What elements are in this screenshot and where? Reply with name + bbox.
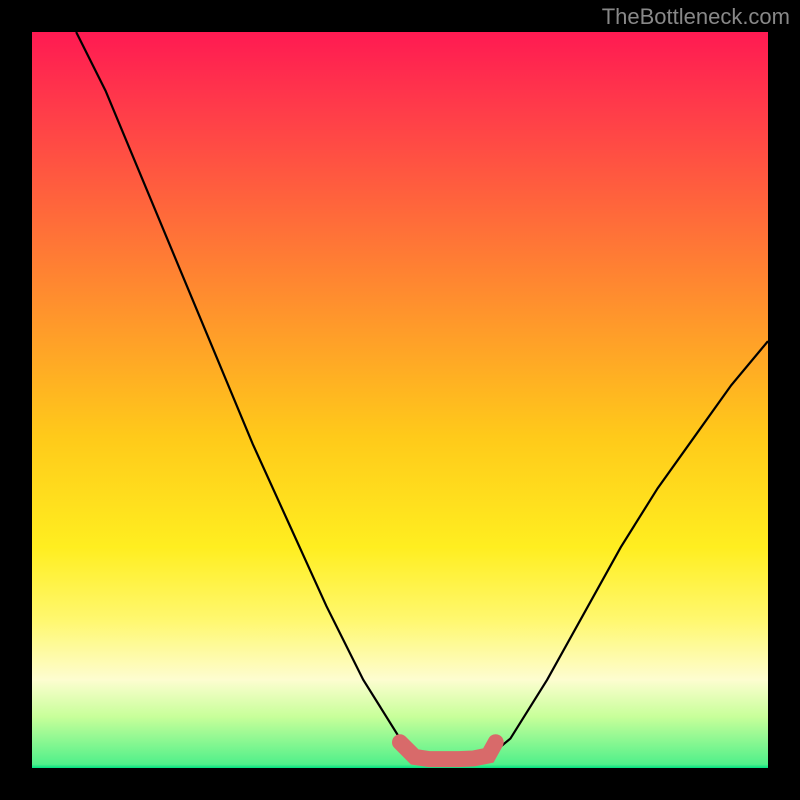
plot-area — [32, 32, 768, 768]
chart-svg — [32, 32, 768, 768]
valley-marker — [400, 742, 496, 759]
curve-right-branch — [488, 341, 768, 757]
chart-container: TheBottleneck.com — [0, 0, 800, 800]
watermark: TheBottleneck.com — [602, 4, 790, 30]
curve-left-branch — [76, 32, 415, 757]
